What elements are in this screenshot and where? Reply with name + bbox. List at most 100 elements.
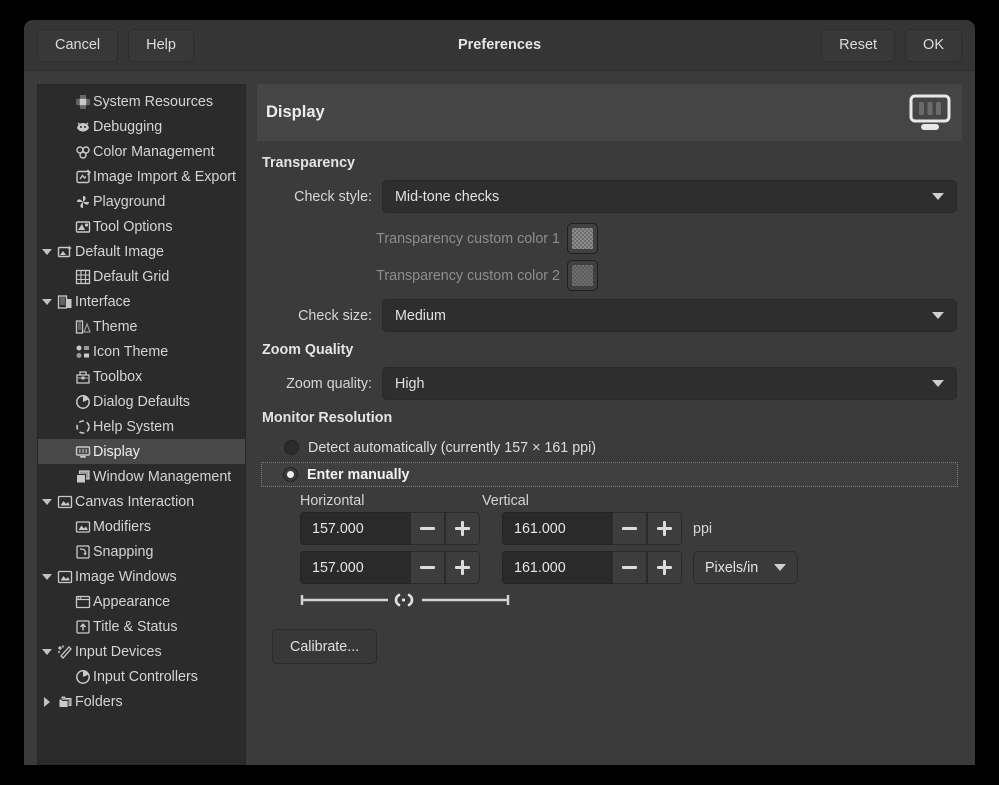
sidebar-item-label: System Resources [93,94,213,110]
dialog-defaults-icon [74,394,92,410]
vertical-unit-decrement-button[interactable] [612,551,647,584]
header-left-buttons: Cancel Help [37,29,194,62]
horizontal-unit-increment-button[interactable] [445,551,480,584]
checkerboard-pattern [572,265,593,286]
page-header: Display [257,84,962,141]
detect-automatically-radio-row[interactable]: Detect automatically (currently 157 × 16… [262,435,957,460]
resolution-row-unit: 157.000 161.000 Pixels/in [300,551,957,584]
vertical-ppi-spinner[interactable]: 161.000 [502,512,682,545]
expander-collapse-icon[interactable] [38,299,56,305]
expander-collapse-icon[interactable] [38,499,56,505]
sidebar-item-debugging[interactable]: Debugging [38,114,245,139]
horizontal-ppi-spinner[interactable]: 157.000 [300,512,480,545]
unit-dropdown[interactable]: Pixels/in [693,551,798,584]
sidebar-item-help-system[interactable]: Help System [38,414,245,439]
radio-button-unselected-icon [284,440,299,455]
horizontal-unit-spinner[interactable]: 157.000 [300,551,480,584]
dialog-body: System Resources Debugging Color Managemen… [24,71,975,765]
transparency-custom-color-2-row: Transparency custom color 2 [262,260,957,291]
sidebar-item-label: Image Import & Export [93,169,236,185]
sidebar-item-image-windows[interactable]: Image Windows [38,564,245,589]
sidebar-item-playground[interactable]: Playground [38,189,245,214]
chevron-down-icon [932,312,944,319]
sidebar-item-window-management[interactable]: Window Management [38,464,245,489]
sidebar-item-appearance[interactable]: Appearance [38,589,245,614]
sidebar-item-canvas-interaction[interactable]: Canvas Interaction [38,489,245,514]
minus-icon [622,566,637,569]
preferences-category-tree[interactable]: System Resources Debugging Color Managemen… [37,84,246,765]
vertical-unit-spinner[interactable]: 161.000 [502,551,682,584]
sidebar-item-snapping[interactable]: Snapping [38,539,245,564]
custom-color-1-swatch[interactable] [567,223,598,254]
help-button[interactable]: Help [128,29,194,62]
calibrate-button[interactable]: Calibrate... [272,629,377,664]
sidebar-item-toolbox[interactable]: Toolbox [38,364,245,389]
sidebar-item-input-controllers[interactable]: Input Controllers [38,664,245,689]
custom-color-2-swatch[interactable] [567,260,598,291]
check-size-dropdown[interactable]: Medium [382,299,957,332]
check-style-row: Check style: Mid-tone checks [262,180,957,213]
help-system-icon [74,419,92,435]
preferences-window: Cancel Help Preferences Reset OK System … [24,20,975,765]
sidebar-item-label: Color Management [93,144,215,160]
window-management-icon [74,469,92,485]
sidebar-item-icon-theme[interactable]: Icon Theme [38,339,245,364]
interface-icon [56,294,74,310]
ppi-unit-label: ppi [693,521,712,537]
sidebar-item-label: Appearance [93,594,170,610]
horizontal-ppi-decrement-button[interactable] [410,512,445,545]
vertical-header: Vertical [482,493,664,509]
sidebar-item-tool-options[interactable]: Tool Options [38,214,245,239]
sidebar-item-folders[interactable]: Folders [38,689,245,714]
sidebar-item-label: Toolbox [93,369,142,385]
vertical-ppi-increment-button[interactable] [647,512,682,545]
resolution-fields-area: Horizontal Vertical 157.000 161.000 [262,493,957,612]
expander-collapse-icon[interactable] [38,649,56,655]
sidebar-item-label: Input Devices [75,644,162,660]
enter-manually-radio-row[interactable]: Enter manually [261,462,958,487]
vertical-unit-increment-button[interactable] [647,551,682,584]
sidebar-item-modifiers[interactable]: Modifiers [38,514,245,539]
horizontal-unit-decrement-button[interactable] [410,551,445,584]
sidebar-item-theme[interactable]: Theme [38,314,245,339]
vertical-unit-input[interactable]: 161.000 [502,551,612,584]
appearance-icon [74,594,92,610]
sidebar-item-display[interactable]: Display [38,439,245,464]
zoom-quality-dropdown[interactable]: High [382,367,957,400]
sidebar-item-input-devices[interactable]: Input Devices [38,639,245,664]
sidebar-item-system-resources[interactable]: System Resources [38,89,245,114]
sidebar-item-default-grid[interactable]: Default Grid [38,264,245,289]
sidebar-item-label: Playground [93,194,165,210]
expander-collapse-icon[interactable] [38,574,56,580]
chain-link-toggle[interactable] [300,590,686,612]
cancel-button[interactable]: Cancel [37,29,118,62]
sidebar-item-color-management[interactable]: Color Management [38,139,245,164]
minus-icon [420,566,435,569]
sidebar-item-image-import-export[interactable]: Image Import & Export [38,164,245,189]
ok-button[interactable]: OK [905,29,962,62]
vertical-ppi-decrement-button[interactable] [612,512,647,545]
sidebar-item-dialog-defaults[interactable]: Dialog Defaults [38,389,245,414]
toolbox-icon [74,369,92,385]
monitor-resolution-section-title: Monitor Resolution [262,410,957,426]
horizontal-ppi-increment-button[interactable] [445,512,480,545]
sidebar-item-title-status[interactable]: Title & Status [38,614,245,639]
horizontal-unit-input[interactable]: 157.000 [300,551,410,584]
chevron-down-icon [774,564,786,571]
sidebar-item-label: Input Controllers [93,669,198,685]
expander-collapse-icon[interactable] [38,249,56,255]
check-style-dropdown[interactable]: Mid-tone checks [382,180,957,213]
sidebar-item-interface[interactable]: Interface [38,289,245,314]
horizontal-header: Horizontal [300,493,482,509]
snapping-icon [74,544,92,560]
minus-icon [420,527,435,530]
chevron-down-icon [932,193,944,200]
title-status-icon [74,619,92,635]
reset-button[interactable]: Reset [821,29,895,62]
check-size-row: Check size: Medium [262,299,957,332]
horizontal-ppi-input[interactable]: 157.000 [300,512,410,545]
sidebar-item-label: Tool Options [93,219,172,235]
expander-expand-icon[interactable] [38,697,56,707]
vertical-ppi-input[interactable]: 161.000 [502,512,612,545]
sidebar-item-default-image[interactable]: Default Image [38,239,245,264]
